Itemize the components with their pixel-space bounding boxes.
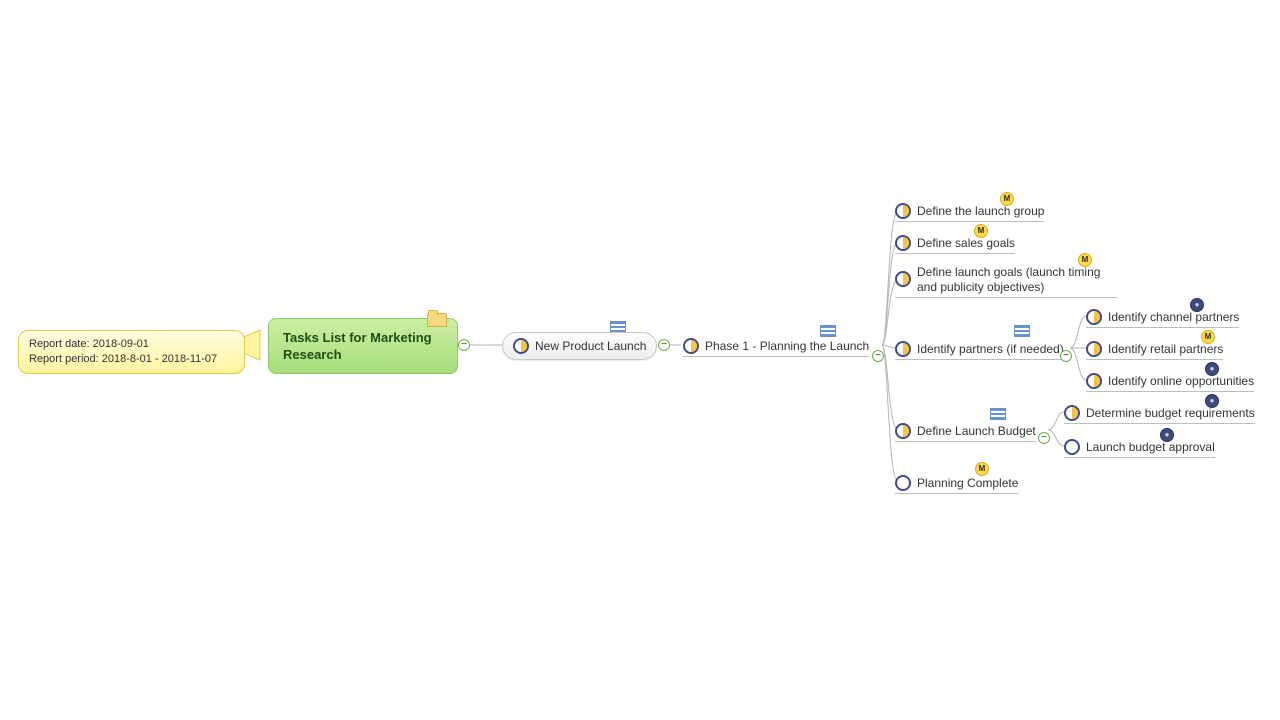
collapse-handle-root[interactable]: −: [458, 339, 470, 351]
progress-icon: [895, 235, 911, 251]
node-label: New Product Launch: [535, 339, 646, 353]
mindmap-stage: Report date: 2018-09-01 Report period: 2…: [0, 0, 1280, 720]
collapse-handle-budget[interactable]: −: [1038, 432, 1050, 444]
node-label: Identify partners (if needed): [917, 342, 1064, 356]
node-label: Planning Complete: [917, 476, 1018, 490]
node-determine-budget-req[interactable]: Determine budget requirements: [1064, 405, 1255, 424]
node-label: Launch budget approval: [1086, 440, 1215, 454]
node-identify-retail-partners[interactable]: Identify retail partners: [1086, 341, 1223, 360]
progress-icon: [895, 271, 911, 287]
node-define-launch-budget[interactable]: Define Launch Budget: [895, 423, 1036, 442]
node-phase1[interactable]: Phase 1 - Planning the Launch: [683, 338, 869, 357]
node-label: Phase 1 - Planning the Launch: [705, 339, 869, 353]
node-label: Identify retail partners: [1108, 342, 1223, 356]
node-label: Identify online opportunities: [1108, 374, 1254, 388]
node-planning-complete[interactable]: Planning Complete: [895, 475, 1018, 494]
node-label: Identify channel partners: [1108, 310, 1239, 324]
progress-icon: [1064, 405, 1080, 421]
progress-icon: [1086, 341, 1102, 357]
node-define-launch-goals[interactable]: Define launch goals (launch timing and p…: [895, 265, 1117, 298]
tag-icon: [820, 325, 836, 337]
node-define-sales-goals[interactable]: Define sales goals: [895, 235, 1015, 254]
node-launch-budget-approval[interactable]: Launch budget approval: [1064, 439, 1215, 458]
report-info-callout: Report date: 2018-09-01 Report period: 2…: [18, 330, 245, 374]
collapse-handle-l1[interactable]: −: [658, 339, 670, 351]
node-identify-partners[interactable]: Identify partners (if needed): [895, 341, 1064, 360]
root-node[interactable]: Tasks List for Marketing Research: [268, 318, 458, 374]
node-define-launch-group[interactable]: Define the launch group: [895, 203, 1044, 222]
node-label: Define sales goals: [917, 236, 1015, 250]
progress-icon: [1086, 373, 1102, 389]
progress-icon: [895, 341, 911, 357]
node-label: Determine budget requirements: [1086, 406, 1255, 420]
node-label: Define launch goals (launch timing and p…: [917, 265, 1117, 295]
progress-icon: [1064, 439, 1080, 455]
node-new-product-launch[interactable]: New Product Launch: [502, 332, 657, 360]
root-node-label: Tasks List for Marketing Research: [283, 330, 432, 362]
progress-icon: [513, 338, 529, 354]
progress-icon: [683, 338, 699, 354]
progress-icon: [1086, 309, 1102, 325]
node-label: Define Launch Budget: [917, 424, 1036, 438]
node-identify-channel-partners[interactable]: Identify channel partners: [1086, 309, 1239, 328]
collapse-handle-partners[interactable]: −: [1060, 350, 1072, 362]
tag-icon: [990, 408, 1006, 420]
tag-icon: [1014, 325, 1030, 337]
progress-icon: [895, 203, 911, 219]
progress-icon: [895, 423, 911, 439]
node-label: Define the launch group: [917, 204, 1044, 218]
folder-icon: [427, 313, 447, 327]
callout-line1: Report date: 2018-09-01: [29, 337, 234, 352]
node-identify-online-opportunities[interactable]: Identify online opportunities: [1086, 373, 1254, 392]
callout-line2: Report period: 2018-8-01 - 2018-11-07: [29, 352, 234, 367]
progress-icon: [895, 475, 911, 491]
collapse-handle-l2[interactable]: −: [872, 350, 884, 362]
badge-m: M: [975, 462, 989, 476]
